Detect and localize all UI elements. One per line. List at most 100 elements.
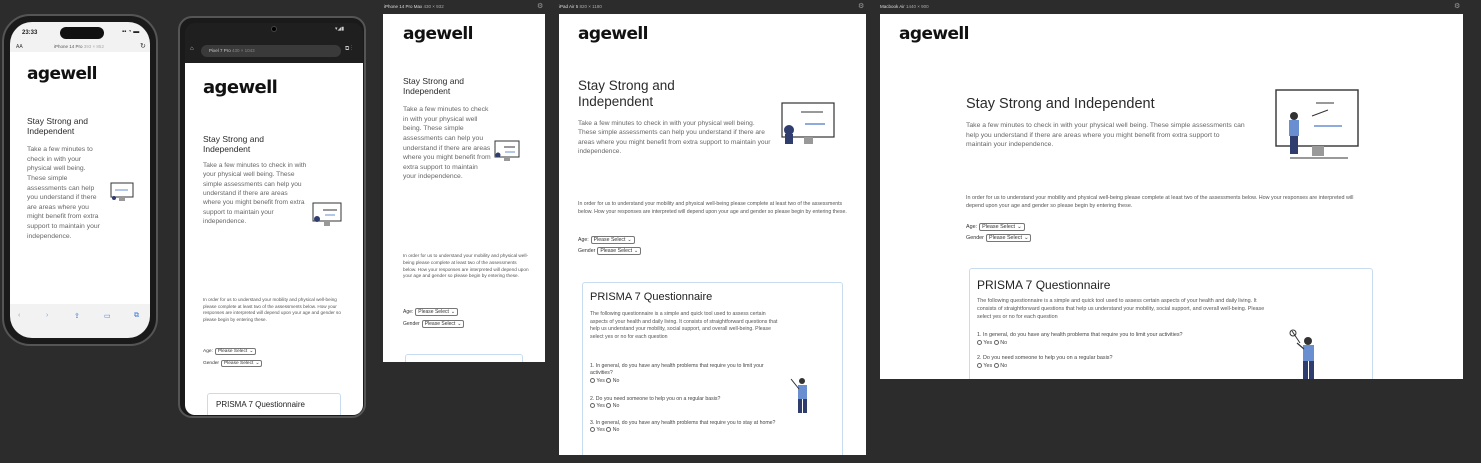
status-time: 23:33 (22, 30, 38, 36)
question-1-yes-radio[interactable] (590, 377, 595, 383)
page-title: Stay Strong and Independent (27, 116, 88, 136)
gender-select[interactable]: Please Select ⌄ (421, 320, 465, 328)
status-icons: ▪▪ ◔ ▬ (122, 29, 140, 35)
text-size-button[interactable]: AA (16, 44, 23, 50)
question-2-text: 2. Do you need someone to help you on a … (977, 355, 1113, 361)
gear-icon[interactable]: ⚙ (1454, 2, 1460, 10)
iphone-14-pro-max-frame: agewell Stay Strong and Independent Take… (383, 14, 545, 362)
gender-select[interactable]: Please Select ⌄ (597, 247, 642, 255)
gender-label: Gender (966, 235, 984, 241)
page-content: agewell Stay Strong and Independent Take… (185, 63, 363, 415)
questionnaire-title: PRISMA 7 Questionnaire (590, 291, 713, 303)
question-2-yes-radio[interactable] (977, 362, 982, 368)
age-field: Age: Please Select ⌄ (403, 308, 459, 316)
age-select[interactable]: Please Select ⌄ (415, 308, 459, 316)
questionnaire-card: PRISMA 7 Questionnaire The following que… (582, 282, 843, 455)
intro-text: Take a few minutes to check in with your… (203, 162, 307, 226)
gender-label: Gender (403, 321, 420, 327)
questionnaire-description: The following questionnaire is a simple … (977, 298, 1265, 320)
age-select[interactable]: Please Select ⌄ (590, 236, 635, 244)
chevron-down-icon: ⌄ (1017, 224, 1022, 230)
agewell-logo[interactable]: agewell (203, 77, 278, 98)
age-label: Age: (966, 224, 978, 230)
page-title: Stay Strong and Independent (203, 134, 264, 154)
question-1-options: Yes No (590, 378, 780, 385)
question-1-no-radio[interactable] (993, 339, 999, 345)
question-2-options: Yes No (590, 403, 780, 410)
question-1-text: 1. In general, do you have any health pr… (590, 363, 764, 377)
bookmarks-icon[interactable]: ▭ (104, 312, 111, 320)
chevron-down-icon: ⌄ (249, 349, 254, 354)
question-2-yes-radio[interactable] (590, 403, 595, 409)
age-label: Age: (203, 349, 213, 354)
question-1: 1. In general, do you have any health pr… (977, 332, 1277, 347)
ipad-air-5-frame: agewell Stay Strong and Independent Take… (559, 14, 866, 455)
question-1-yes-radio[interactable] (977, 339, 982, 345)
back-icon[interactable]: ‹ (18, 312, 20, 319)
chevron-down-icon: ⌄ (1023, 235, 1029, 241)
forward-icon[interactable]: › (46, 312, 48, 319)
intro-text: Take a few minutes to check in with your… (403, 106, 491, 181)
age-label: Age: (578, 237, 589, 243)
question-3: 3. In general, do you have any health pr… (590, 420, 780, 435)
page-title: Stay Strong and Independent (966, 96, 1155, 112)
chevron-down-icon: ⌄ (457, 321, 462, 327)
status-icons: ▾◢▮ (335, 26, 345, 32)
agewell-logo[interactable]: agewell (578, 24, 648, 44)
question-2: 2. Do you need someone to help you on a … (590, 396, 780, 411)
chevron-down-icon: ⌄ (627, 237, 632, 243)
reload-icon[interactable]: ↻ (140, 42, 146, 50)
chevron-down-icon: ⌄ (255, 361, 260, 366)
gear-icon[interactable]: ⚙ (537, 2, 543, 10)
pixel-7-pro-device: ▾◢▮ Pixel 7 Pro 430 × 1043 ⌂ ⧉ ⋮ agewell… (178, 16, 366, 418)
tabs-icon[interactable]: ⧉ (134, 312, 139, 320)
question-3-text: 3. In general, do you have any health pr… (590, 420, 776, 426)
gender-select[interactable]: Please Select ⌄ (985, 234, 1032, 242)
age-field: Age: Please Select ⌄ (966, 223, 1025, 231)
intro-text: Take a few minutes to check in with your… (27, 146, 100, 240)
instructions-text: In order for us to understand your mobil… (578, 201, 847, 215)
home-icon[interactable]: ⌂ (190, 46, 194, 52)
gear-icon[interactable]: ⚙ (858, 2, 864, 10)
question-1-no-radio[interactable] (606, 377, 612, 383)
age-select[interactable]: Please Select ⌄ (214, 348, 257, 355)
question-2-no-radio[interactable] (993, 362, 999, 368)
question-2-options: Yes No (977, 363, 1277, 371)
frame-label-iphone-14-pro-max: iPhone 14 Pro Max 430 × 932 (384, 4, 444, 9)
intro-text: Take a few minutes to check in with your… (578, 120, 771, 156)
agewell-logo[interactable]: agewell (403, 24, 473, 44)
computer-illustration (494, 140, 520, 161)
chevron-down-icon: ⌄ (634, 248, 639, 254)
gender-label: Gender (578, 248, 596, 254)
question-1-options: Yes No (977, 340, 1277, 348)
gender-field: Gender Please Select ⌄ (403, 320, 465, 328)
question-2-no-radio[interactable] (606, 403, 612, 409)
address-bar-title: iPhone 14 Pro 393 × 852 (54, 44, 104, 49)
chevron-down-icon: ⌄ (450, 309, 456, 315)
computer-illustration (110, 182, 134, 201)
share-icon[interactable]: ⇪ (74, 312, 80, 320)
gender-field: Gender Please Select ⌄ (203, 360, 263, 367)
camera-punch-hole (271, 26, 277, 32)
iphone-14-pro-device: 23:33 ▪▪ ◔ ▬ AA iPhone 14 Pro 393 × 852 … (2, 14, 158, 346)
computer-illustration (312, 202, 342, 226)
address-bar[interactable]: Pixel 7 Pro 430 × 1043 (201, 45, 341, 57)
questionnaire-title: PRISMA 7 Questionnaire (216, 400, 305, 409)
gender-select[interactable]: Please Select ⌄ (221, 360, 263, 367)
dynamic-island (60, 27, 104, 39)
question-3-yes-radio[interactable] (590, 427, 595, 433)
tabs-icon[interactable]: ⧉ ⋮ (345, 46, 352, 53)
agewell-logo[interactable]: agewell (899, 24, 969, 44)
frame-label-macbook-air: Macbook Air 1440 × 900 (880, 4, 929, 9)
question-1-text: 1. In general, do you have any health pr… (977, 332, 1183, 338)
questionnaire-card: PRISMA 7 Questionnaire The following que… (207, 393, 341, 415)
gender-field: Gender Please Select ⌄ (966, 234, 1032, 242)
questionnaire-title: PRISMA 7 Questionnaire (977, 278, 1111, 292)
intro-text: Take a few minutes to check in with your… (966, 122, 1245, 149)
gender-label: Gender (203, 361, 219, 366)
question-3-no-radio[interactable] (606, 427, 612, 433)
agewell-logo[interactable]: agewell (27, 64, 97, 84)
age-select[interactable]: Please Select ⌄ (979, 223, 1025, 231)
safari-toolbar: ‹ › ⇪ ▭ ⧉ (10, 312, 150, 328)
questionnaire-description: The following questionnaire is a simple … (590, 311, 778, 340)
